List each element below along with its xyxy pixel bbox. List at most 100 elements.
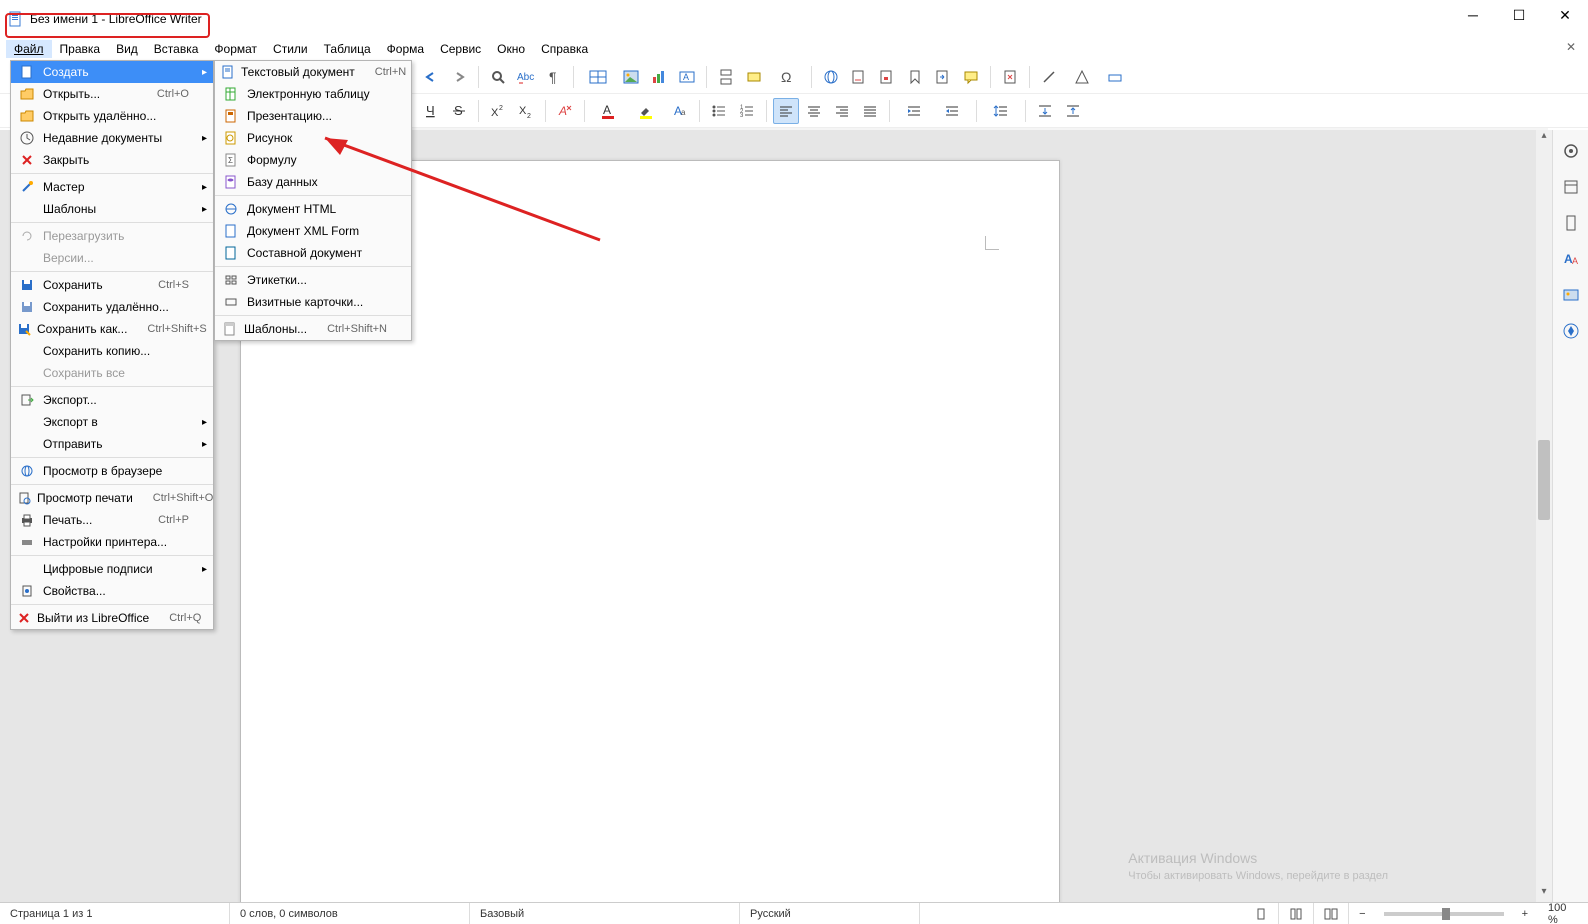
menu-item-save-as[interactable]: Сохранить как...Ctrl+Shift+S: [11, 318, 213, 340]
draw-functions-button[interactable]: [1102, 64, 1128, 90]
table-button[interactable]: [580, 64, 616, 90]
pagebreak-button[interactable]: [713, 64, 739, 90]
chart-button[interactable]: [646, 64, 672, 90]
bookmark-button[interactable]: [902, 64, 928, 90]
menu-item-properties[interactable]: Свойства...: [11, 580, 213, 602]
track-changes-button[interactable]: [997, 64, 1023, 90]
menu-item-create[interactable]: Создать▸: [11, 61, 213, 83]
sidebar-settings-icon[interactable]: [1558, 138, 1584, 164]
status-view-singlepage[interactable]: [1244, 903, 1279, 924]
menu-file[interactable]: Файл: [6, 40, 52, 58]
submenu-item-drawing[interactable]: Рисунок: [215, 127, 411, 149]
footnote-button[interactable]: [846, 64, 872, 90]
clear-formatting-button[interactable]: A: [552, 98, 578, 124]
sidebar-styles-icon[interactable]: AA: [1558, 246, 1584, 272]
special-char-button[interactable]: Ω: [769, 64, 805, 90]
sidebar-navigator-icon[interactable]: [1558, 318, 1584, 344]
zoom-slider[interactable]: [1384, 912, 1504, 916]
menu-format[interactable]: Формат: [206, 40, 265, 58]
minimize-button[interactable]: ─: [1450, 0, 1496, 30]
font-color-button[interactable]: A: [591, 98, 627, 124]
menu-item-close[interactable]: Закрыть: [11, 149, 213, 171]
menu-item-export[interactable]: Экспорт...: [11, 389, 213, 411]
menu-item-print-preview[interactable]: Просмотр печатиCtrl+Shift+O: [11, 487, 213, 509]
superscript-button[interactable]: X2: [485, 98, 511, 124]
numbering-button[interactable]: 123: [734, 98, 760, 124]
status-language[interactable]: Русский: [740, 903, 920, 924]
para-spacing-increase-button[interactable]: [1032, 98, 1058, 124]
status-view-multipage[interactable]: [1279, 903, 1314, 924]
menu-item-save[interactable]: СохранитьCtrl+S: [11, 274, 213, 296]
line-spacing-button[interactable]: [983, 98, 1019, 124]
spellcheck-button[interactable]: Abc: [513, 64, 539, 90]
submenu-item-master[interactable]: Составной документ: [215, 242, 411, 264]
menu-item-save-all[interactable]: Сохранить все: [11, 362, 213, 384]
menu-item-printer-settings[interactable]: Настройки принтера...: [11, 531, 213, 553]
field-button[interactable]: [741, 64, 767, 90]
shapes-button[interactable]: [1064, 64, 1100, 90]
menu-item-recent[interactable]: Недавние документы▸: [11, 127, 213, 149]
textbox-button[interactable]: A: [674, 64, 700, 90]
menu-item-open-remote[interactable]: Открыть удалённо...: [11, 105, 213, 127]
scroll-down-arrow[interactable]: ▾: [1536, 886, 1552, 902]
submenu-item-formula[interactable]: Σ Формулу: [215, 149, 411, 171]
comment-button[interactable]: [958, 64, 984, 90]
indent-decrease-button[interactable]: [934, 98, 970, 124]
strikethrough-button[interactable]: S: [446, 98, 472, 124]
submenu-item-html[interactable]: Документ HTML: [215, 198, 411, 220]
menu-styles[interactable]: Стили: [265, 40, 316, 58]
maximize-button[interactable]: ☐: [1496, 0, 1542, 30]
status-zoom[interactable]: 100 %: [1538, 903, 1588, 924]
menu-item-send[interactable]: Отправить▸: [11, 433, 213, 455]
bullets-button[interactable]: [706, 98, 732, 124]
menu-edit[interactable]: Правка: [52, 40, 109, 58]
subscript-button[interactable]: X2: [513, 98, 539, 124]
submenu-item-templates[interactable]: Шаблоны...Ctrl+Shift+N: [215, 318, 411, 340]
menu-item-reload[interactable]: Перезагрузить: [11, 225, 213, 247]
menu-item-versions[interactable]: Версии...: [11, 247, 213, 269]
image-button[interactable]: [618, 64, 644, 90]
sidebar-page-icon[interactable]: [1558, 210, 1584, 236]
submenu-item-labels[interactable]: Этикетки...: [215, 269, 411, 291]
menu-item-save-copy[interactable]: Сохранить копию...: [11, 340, 213, 362]
submenu-item-database[interactable]: Базу данных: [215, 171, 411, 193]
menu-item-open[interactable]: Открыть...Ctrl+O: [11, 83, 213, 105]
redo-button[interactable]: [446, 64, 472, 90]
menu-item-save-remote[interactable]: Сохранить удалённо...: [11, 296, 213, 318]
indent-increase-button[interactable]: [896, 98, 932, 124]
menu-item-wizard[interactable]: Мастер▸: [11, 176, 213, 198]
submenu-item-cards[interactable]: Визитные карточки...: [215, 291, 411, 313]
menu-form[interactable]: Форма: [379, 40, 432, 58]
menu-item-export-to[interactable]: Экспорт в▸: [11, 411, 213, 433]
status-view-book[interactable]: [1314, 903, 1349, 924]
menu-insert[interactable]: Вставка: [146, 40, 207, 58]
menu-window[interactable]: Окно: [489, 40, 533, 58]
menu-item-exit[interactable]: Выйти из LibreOfficeCtrl+Q: [11, 607, 213, 629]
submenu-item-spreadsheet[interactable]: Электронную таблицу: [215, 83, 411, 105]
menu-help[interactable]: Справка: [533, 40, 596, 58]
align-left-button[interactable]: [773, 98, 799, 124]
para-spacing-decrease-button[interactable]: [1060, 98, 1086, 124]
submenu-item-xml-form[interactable]: Документ XML Form: [215, 220, 411, 242]
close-document-button[interactable]: ✕: [1566, 40, 1576, 54]
sidebar-properties-icon[interactable]: [1558, 174, 1584, 200]
underline-button[interactable]: Ч: [418, 98, 444, 124]
status-words[interactable]: 0 слов, 0 символов: [230, 903, 470, 924]
submenu-item-presentation[interactable]: Презентацию...: [215, 105, 411, 127]
vertical-scrollbar[interactable]: ▴ ▾: [1536, 130, 1552, 902]
menu-item-signatures[interactable]: Цифровые подписи▸: [11, 558, 213, 580]
align-right-button[interactable]: [829, 98, 855, 124]
close-button[interactable]: ✕: [1542, 0, 1588, 30]
menu-item-print[interactable]: Печать...Ctrl+P: [11, 509, 213, 531]
submenu-item-text-doc[interactable]: Текстовый документCtrl+N: [215, 61, 411, 83]
undo-button[interactable]: [418, 64, 444, 90]
formatting-marks-button[interactable]: ¶: [541, 64, 567, 90]
find-button[interactable]: [485, 64, 511, 90]
menu-item-templates[interactable]: Шаблоны▸: [11, 198, 213, 220]
align-center-button[interactable]: [801, 98, 827, 124]
justify-button[interactable]: [857, 98, 883, 124]
char-style-button[interactable]: Aa: [667, 98, 693, 124]
scroll-thumb[interactable]: [1538, 440, 1550, 520]
menu-item-preview-browser[interactable]: Просмотр в браузере: [11, 460, 213, 482]
crossref-button[interactable]: [930, 64, 956, 90]
